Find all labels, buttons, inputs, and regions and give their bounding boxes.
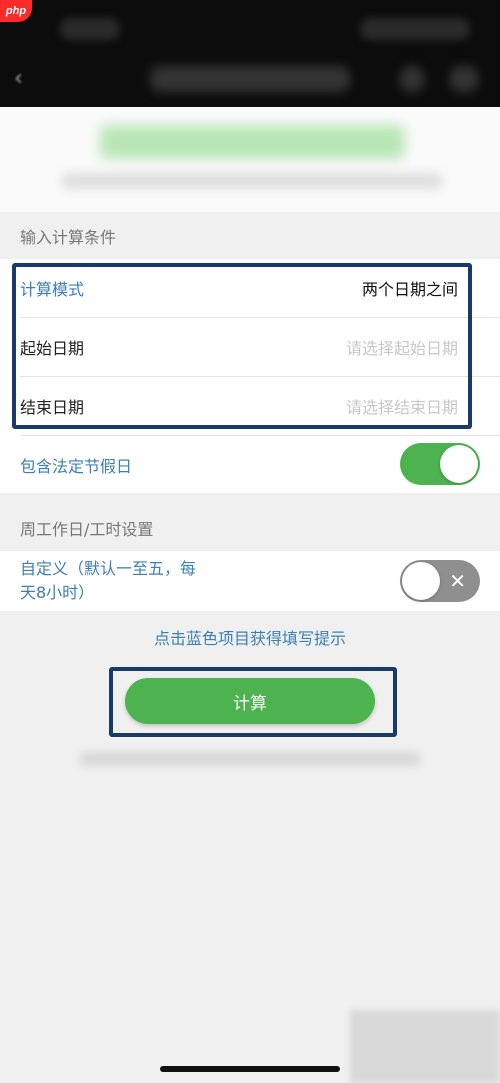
custom-label-line2: 天8小时） — [20, 583, 95, 602]
footer-text-blurred — [80, 752, 420, 766]
back-chevron-icon[interactable]: ‹ — [14, 66, 23, 91]
start-date-label: 起始日期 — [20, 339, 85, 358]
end-date-placeholder[interactable]: 请选择结束日期 — [346, 394, 458, 418]
corner-watermark-blurred — [350, 1010, 500, 1083]
nav-menu-blurred[interactable] — [450, 66, 478, 92]
calculate-button[interactable]: 计算 — [125, 678, 375, 724]
mode-label[interactable]: 计算模式 — [20, 276, 84, 300]
status-icons-blurred — [360, 18, 470, 40]
start-date-placeholder[interactable]: 请选择起始日期 — [346, 335, 458, 359]
close-icon: ✕ — [449, 569, 466, 593]
nav-title-blurred — [150, 66, 350, 92]
home-indicator[interactable] — [160, 1066, 340, 1072]
header-subtitle-blurred — [62, 173, 442, 189]
conditions-card: 计算模式 两个日期之间 起始日期 请选择起始日期 结束日期 请选择结束日期 包含… — [0, 259, 500, 493]
section-title-input-conditions: 输入计算条件 — [20, 228, 117, 247]
mode-value[interactable]: 两个日期之间 — [362, 276, 458, 300]
end-date-label: 结束日期 — [20, 398, 85, 417]
custom-label-line1: 自定义（默认一至五，每 — [20, 559, 197, 578]
start-date-row[interactable]: 起始日期 请选择起始日期 — [0, 318, 500, 376]
toggle-knob — [440, 445, 478, 483]
hint-text: 点击蓝色项目获得填写提示 — [153, 629, 346, 648]
custom-settings-card: 自定义（默认一至五，每 天8小时） ✕ — [0, 551, 500, 611]
header-banner-blurred — [100, 125, 405, 159]
header-blurred-area — [0, 107, 500, 212]
end-date-row[interactable]: 结束日期 请选择结束日期 — [0, 377, 500, 435]
nav-action-blurred[interactable] — [400, 66, 424, 92]
mode-row[interactable]: 计算模式 两个日期之间 — [0, 259, 500, 317]
holidays-toggle[interactable] — [400, 443, 480, 485]
holidays-label[interactable]: 包含法定节假日 — [20, 453, 132, 477]
status-time-blurred — [60, 18, 120, 40]
custom-toggle[interactable]: ✕ — [400, 560, 480, 602]
section-title-workday-settings: 周工作日/工时设置 — [20, 520, 154, 539]
toggle-knob — [402, 562, 440, 600]
top-nav-bar: ‹ — [0, 0, 500, 107]
custom-label[interactable]: 自定义（默认一至五，每 天8小时） — [20, 557, 196, 605]
